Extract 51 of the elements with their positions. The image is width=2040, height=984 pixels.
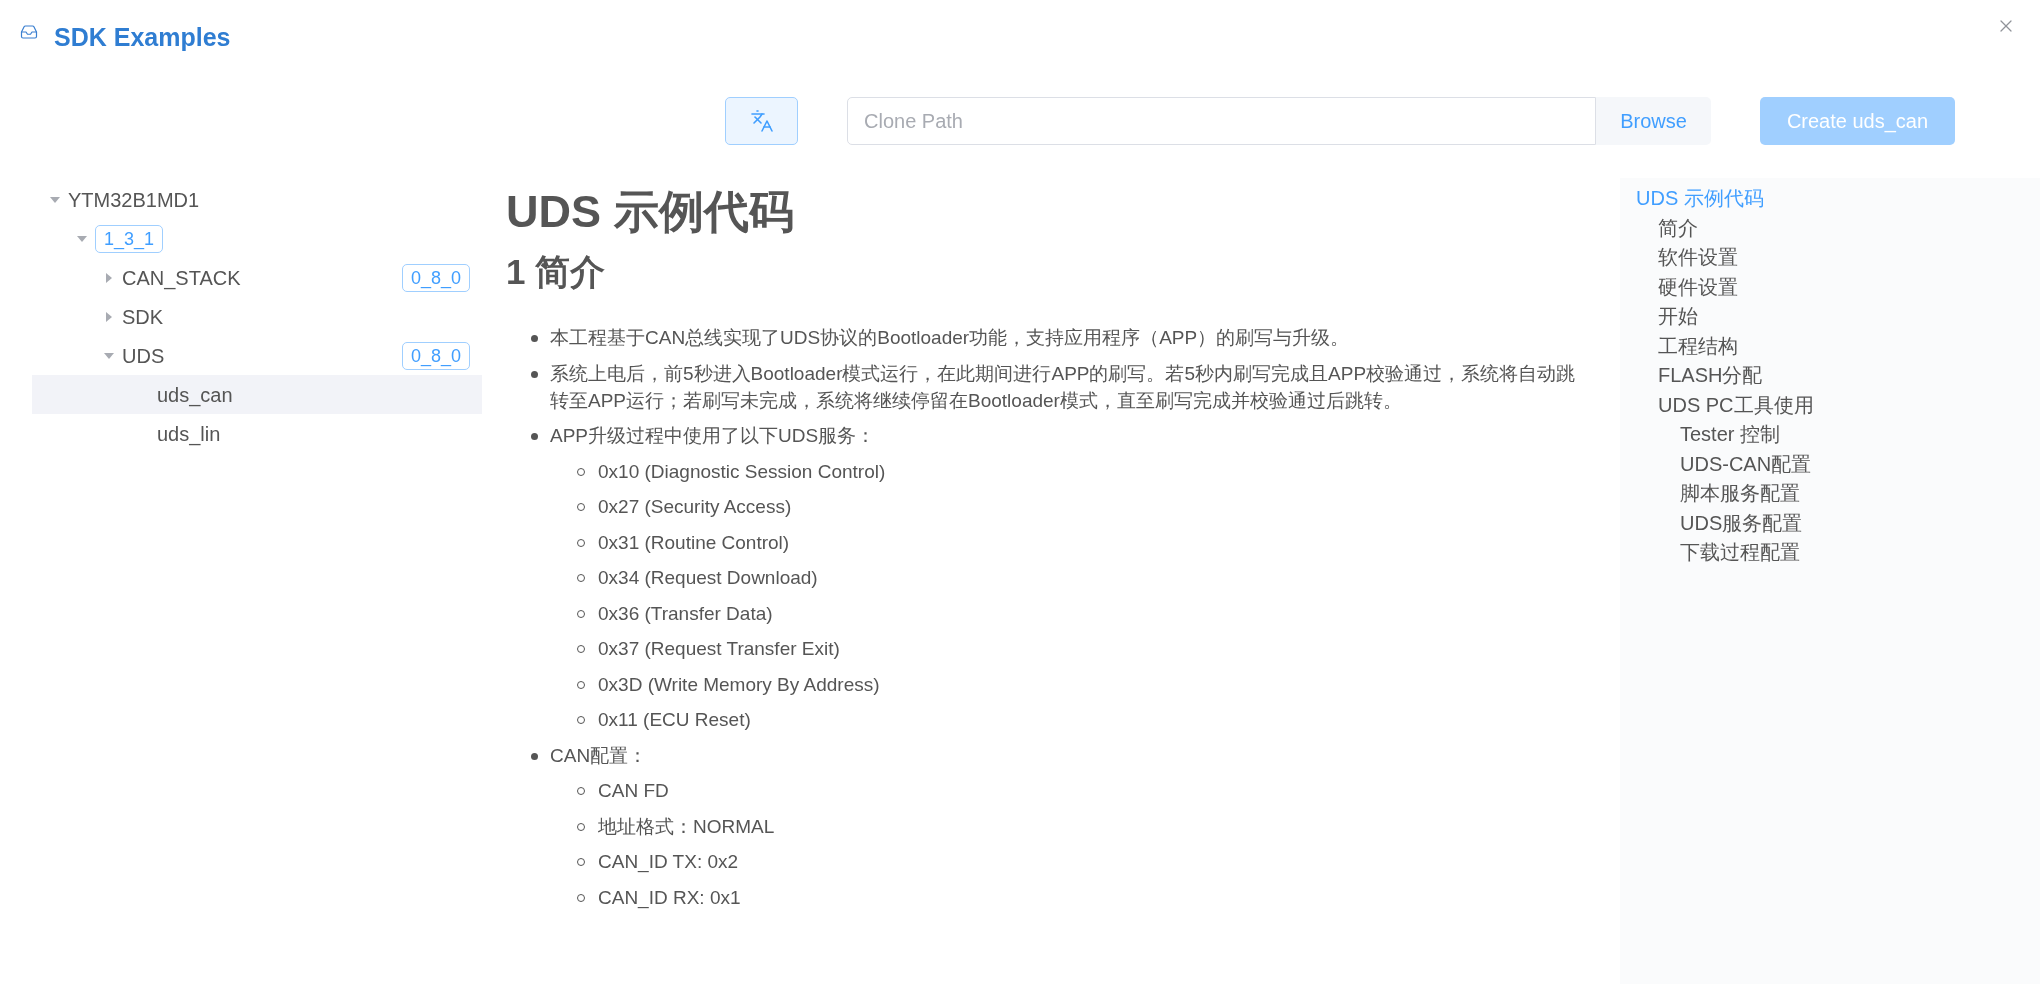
bullet-text: 0x31 (Routine Control) [598, 530, 790, 555]
tree-label: YTM32B1MD1 [68, 187, 200, 213]
caret-icon[interactable] [104, 311, 114, 322]
toc-link[interactable]: FLASH分配 [1636, 361, 2040, 391]
bullet-text: 系统上电后，前5秒进入Bootloader模式运行，在此期间进行APP的刷写。若5秒内刷写完成且APP校验通过，系统将自动跳转至APP运行；若刷写未完成，系统将继续停留在Bootloader模式，直至刷写完成并校验通过后跳转。 [550, 361, 1577, 413]
version-tag: 1_3_1 [95, 224, 164, 253]
bullet-text: 0x37 (Request Transfer Exit) [598, 637, 840, 661]
window-title: SDK Examples [54, 22, 231, 54]
toc-link[interactable]: UDS服务配置 [1636, 508, 2040, 538]
bullet-text: 本工程基于CAN总线实现了UDS协议的Bootloader功能，支持应用程序（APP）的刷写与升级。 [550, 326, 1350, 350]
tree-label: uds_can [156, 382, 233, 409]
version-tag: 0_8_0 [401, 341, 470, 370]
toc-link[interactable]: 硬件设置 [1636, 272, 2040, 302]
translate-button[interactable] [725, 97, 798, 145]
tree-label: uds_lin [156, 421, 221, 448]
bullet-text: 0x3D (Write Memory By Address) [598, 672, 880, 697]
toc-link[interactable]: 软件设置 [1636, 243, 2040, 273]
toc-link[interactable]: 开始 [1636, 302, 2040, 332]
section-heading: 1 简介 [506, 251, 607, 293]
toc-link[interactable]: 简介 [1636, 213, 2040, 243]
caret-icon[interactable] [77, 233, 87, 244]
bullet-text: APP升级过程中使用了以下UDS服务： [550, 424, 876, 448]
tree-label: UDS [122, 343, 165, 369]
inbox-icon [20, 23, 38, 41]
caret-icon[interactable] [104, 350, 114, 361]
tree-label: CAN_STACK [122, 265, 241, 292]
toc-link[interactable]: 工程结构 [1636, 331, 2040, 361]
toc-link[interactable]: UDS-CAN配置 [1636, 449, 2040, 479]
tree-item[interactable]: uds_can [32, 375, 482, 414]
toc-link[interactable]: Tester 控制 [1636, 420, 2040, 450]
bullet-text: 0x34 (Request Download) [598, 566, 818, 590]
toc-link[interactable]: 下载过程配置 [1636, 538, 2040, 568]
caret-icon[interactable] [50, 194, 60, 205]
translate-icon [749, 109, 774, 133]
bullet-text: 0x27 (Security Access) [598, 495, 792, 519]
tree-label: SDK [122, 304, 164, 330]
version-tag: 0_8_0 [401, 263, 470, 292]
caret-icon[interactable] [104, 272, 114, 283]
bullet-text: CAN_ID TX: 0x2 [598, 850, 739, 875]
bullet-text: 地址格式：NORMAL [598, 814, 775, 839]
toc-link[interactable]: 脚本服务配置 [1636, 479, 2040, 509]
bullet-text: 0x10 (Diagnostic Session Control) [598, 459, 886, 484]
toc-link[interactable]: UDS PC工具使用 [1636, 390, 2040, 420]
bullet-text: 0x36 (Transfer Data) [598, 601, 773, 626]
bullet-text: 0x11 (ECU Reset) [598, 708, 751, 732]
bullet-text: CAN FD [598, 779, 669, 803]
bullet-text: CAN_ID RX: 0x1 [598, 885, 741, 911]
clone-path-field[interactable]: Clone Path [847, 97, 1596, 145]
clone-path-input[interactable]: Clone Path [864, 106, 1579, 136]
bullet-text: CAN配置： [550, 743, 648, 768]
doc-title: UDS 示例代码 [506, 185, 795, 239]
